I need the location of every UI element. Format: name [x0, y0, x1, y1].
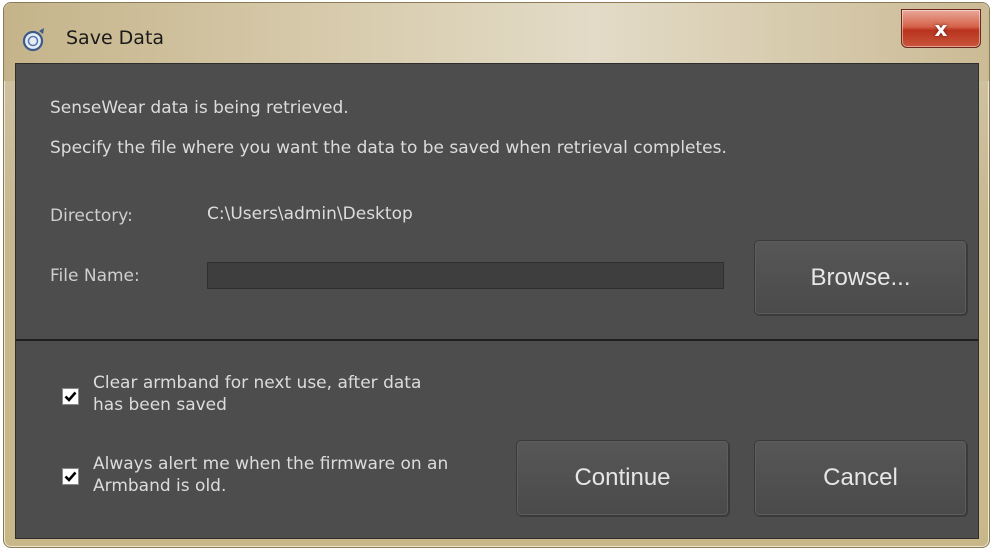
- section-divider: [16, 339, 978, 341]
- browse-button[interactable]: Browse...: [754, 240, 967, 315]
- directory-path: C:\Users\admin\Desktop: [207, 204, 413, 224]
- file-name-label: File Name:: [50, 266, 140, 286]
- directory-label: Directory:: [50, 206, 133, 226]
- checkmark-icon: [64, 391, 77, 402]
- dialog-body: SenseWear data is being retrieved. Speci…: [15, 63, 979, 539]
- file-name-input[interactable]: [207, 262, 724, 289]
- app-icon: [22, 28, 44, 52]
- window-title: Save Data: [66, 27, 165, 49]
- firmware-alert-label-line2: Armband is old.: [93, 476, 227, 496]
- continue-button[interactable]: Continue: [516, 440, 729, 516]
- clear-armband-label-line1: Clear armband for next use, after data: [93, 373, 422, 393]
- firmware-alert-checkbox[interactable]: [62, 468, 79, 485]
- firmware-alert-label-line1: Always alert me when the firmware on an: [93, 454, 449, 474]
- close-icon: x: [934, 16, 948, 41]
- status-message: SenseWear data is being retrieved.: [50, 98, 349, 118]
- save-data-dialog: Save Data x SenseWear data is being retr…: [3, 2, 990, 548]
- instruction-message: Specify the file where you want the data…: [50, 138, 727, 158]
- cancel-button[interactable]: Cancel: [754, 440, 967, 516]
- close-button[interactable]: x: [901, 9, 981, 48]
- clear-armband-label: Clear armband for next use, after data h…: [93, 372, 421, 416]
- clear-armband-checkbox[interactable]: [62, 388, 79, 405]
- firmware-alert-label: Always alert me when the firmware on an …: [93, 453, 448, 497]
- checkmark-icon: [64, 471, 77, 482]
- clear-armband-label-line2: has been saved: [93, 395, 227, 415]
